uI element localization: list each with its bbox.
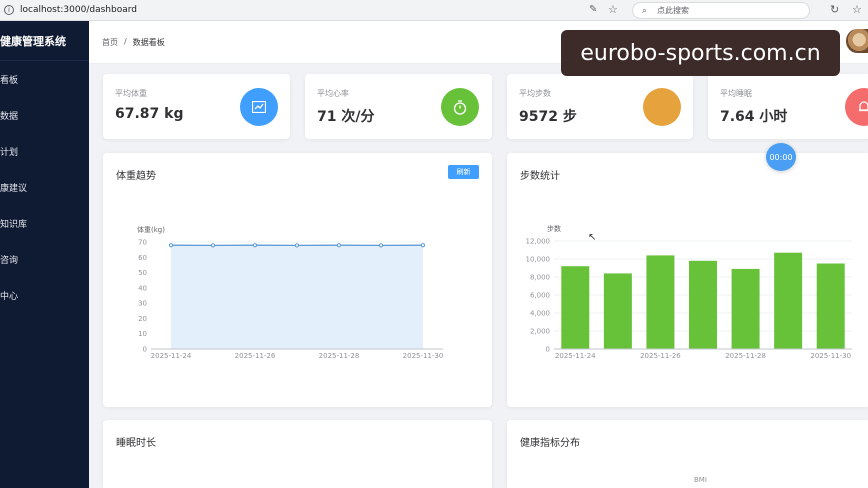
data-point (252, 243, 258, 248)
chart-partial-label: BMI (694, 476, 707, 484)
mouse-cursor-icon: ↖ (588, 232, 597, 243)
panel-title: 健康指标分布 (520, 438, 580, 449)
x-tick-label: 2025-11-30 (403, 352, 444, 360)
data-point (336, 243, 342, 248)
y-tick-label: 30 (138, 300, 147, 308)
x-tick-label: 2025-11-26 (640, 352, 681, 360)
bar (603, 273, 632, 349)
y-tick-label: 12,000 (526, 238, 551, 246)
breadcrumb-home[interactable]: 首页 (102, 37, 118, 48)
bar (561, 266, 590, 349)
watermark-banner: eurobo-sports.com.cn (561, 30, 840, 76)
address-bar[interactable]: localhost:3000/dashboard (20, 5, 137, 15)
data-point (168, 243, 174, 248)
y-axis-label: 体重(kg) (137, 225, 165, 234)
y-tick-label: 20 (138, 315, 147, 323)
stopwatch-icon (441, 88, 479, 126)
panel-title: 睡眠时长 (116, 438, 156, 449)
x-tick-label: 2025-11-26 (235, 352, 276, 360)
x-tick-label: 2025-11-28 (725, 352, 766, 360)
y-tick-label: 10,000 (526, 256, 551, 264)
y-tick-label: 8,000 (530, 274, 550, 282)
x-tick-label: 2025-11-24 (555, 352, 596, 360)
favorites-icon[interactable]: ☆ (852, 3, 862, 16)
search-icon: ⌕ (642, 5, 648, 16)
stat-label: 平均睡眠 (720, 89, 752, 98)
sidebar-item-dashboard[interactable]: 看板 (0, 61, 89, 97)
breadcrumb-separator: / (124, 37, 127, 46)
sidebar-item-consult[interactable]: 咨询 (0, 241, 89, 277)
data-point (294, 243, 300, 248)
breadcrumb-current: 数据看板 (132, 38, 165, 47)
floating-timer-button[interactable]: 00:00 (766, 143, 796, 171)
stat-value: 9572 步 (519, 109, 577, 125)
stat-label: 平均体重 (115, 89, 147, 98)
steps-bar-chart: 步数 0 2,000 4,000 6,000 8,000 10,000 12,000 2025-… (526, 224, 852, 360)
info-icon[interactable]: i (4, 5, 14, 15)
y-axis-label: 步数 (547, 224, 561, 233)
data-point (378, 243, 384, 248)
sidebar-item-center[interactable]: 中心 (0, 277, 89, 313)
weight-trend-panel: 体重趋势 刷新 体重(kg) 0 10 20 30 40 50 60 70 2025-11-24 2… (103, 153, 492, 407)
y-tick-label: 70 (138, 239, 147, 247)
bar (774, 252, 803, 349)
trend-chart-icon (240, 88, 278, 126)
y-tick-label: 60 (138, 254, 147, 262)
steps-panel: 步数统计 步数 0 2,000 4,000 6,000 8,000 10,000 12,000… (507, 153, 868, 407)
stat-value: 71 次/分 (317, 109, 375, 125)
stat-card-weight: 平均体重 67.87 kg (103, 74, 290, 139)
browser-toolbar: i localhost:3000/dashboard ✎ ☆ ⌕ 点此搜索 ↻ … (0, 0, 868, 21)
breadcrumb: 首页 / 数据看板 (102, 37, 165, 48)
area-fill (171, 245, 423, 349)
x-tick-label: 2025-11-24 (151, 352, 192, 360)
extension-icon[interactable]: ↻ (830, 3, 839, 16)
stat-card-sleep: 平均睡眠 7.64 小时 (708, 74, 868, 139)
health-distribution-panel: 健康指标分布 BMI (507, 420, 868, 488)
app-brand: 健康管理系统 (0, 21, 89, 61)
avatar[interactable] (846, 29, 868, 53)
stat-card-heart-rate: 平均心率 71 次/分 (305, 74, 492, 139)
stat-value: 7.64 小时 (720, 109, 788, 125)
x-tick-label: 2025-11-30 (810, 352, 851, 360)
y-tick-label: 0 (546, 346, 550, 354)
stat-label: 平均步数 (519, 89, 551, 98)
sleep-panel: 睡眠时长 (103, 420, 492, 488)
bar (731, 268, 760, 349)
stat-card-steps: 平均步数 9572 步 (507, 74, 693, 139)
y-tick-label: 50 (138, 269, 147, 277)
sidebar-item-knowledge[interactable]: 知识库 (0, 205, 89, 241)
bookmark-star-icon[interactable]: ☆ (608, 3, 618, 16)
y-tick-label: 0 (143, 346, 147, 354)
sidebar-item-plan[interactable]: 计划 (0, 133, 89, 169)
data-point (210, 243, 216, 248)
y-tick-label: 40 (138, 284, 147, 292)
y-tick-label: 4,000 (530, 310, 550, 318)
y-tick-label: 6,000 (530, 292, 550, 300)
y-tick-label: 10 (138, 330, 147, 338)
browser-search-box[interactable]: ⌕ 点此搜索 (632, 2, 810, 19)
alarm-icon (845, 88, 868, 126)
x-tick-label: 2025-11-28 (319, 352, 360, 360)
bar (646, 255, 675, 349)
bar (816, 263, 845, 349)
weight-line-chart: 体重(kg) 0 10 20 30 40 50 60 70 2025-11-24 2025-11-2… (137, 225, 444, 360)
edit-icon[interactable]: ✎ (589, 4, 597, 15)
y-tick-label: 2,000 (530, 328, 550, 336)
sidebar-item-data[interactable]: 数据 (0, 97, 89, 133)
footprint-icon (643, 88, 681, 126)
data-point (420, 243, 426, 248)
sidebar-item-advice[interactable]: 康建议 (0, 169, 89, 205)
sidebar: 健康管理系统 看板 数据 计划 康建议 知识库 咨询 中心 (0, 21, 89, 488)
stat-value: 67.87 kg (115, 106, 184, 122)
bar (689, 260, 717, 349)
stat-label: 平均心率 (317, 89, 349, 98)
search-placeholder: 点此搜索 (657, 6, 690, 15)
